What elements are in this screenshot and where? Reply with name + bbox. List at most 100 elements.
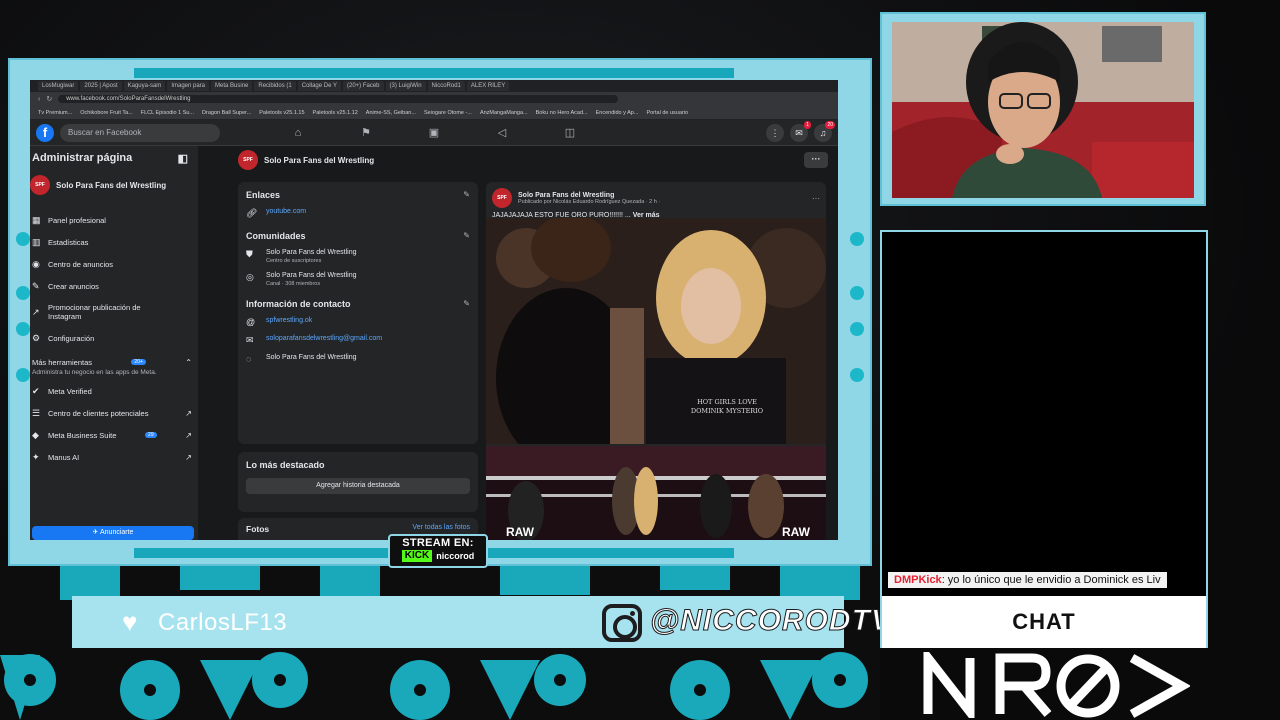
sidebar-item-settings[interactable]: ⚙ Configuración [30, 327, 198, 349]
back-icon[interactable]: ‹ [38, 96, 40, 103]
page-avatar[interactable]: SPF [238, 150, 258, 170]
bookmark-item[interactable]: Boku no Hero Acad... [536, 110, 588, 116]
bookmark-item[interactable]: Paletools v25.1.12 [313, 110, 358, 116]
facebook-nav: ⌂ ⚑ ▣ ◁ ◫ [290, 125, 578, 141]
collapse-icon[interactable]: ◧ [178, 152, 188, 165]
youtube-link[interactable]: youtube.com [266, 208, 306, 215]
sidebar-item-create-ads[interactable]: ✎ Crear anuncios [30, 275, 198, 297]
post-photo[interactable]: HOT GIRLS LOVE DOMINIK MYSTERIO [486, 218, 826, 444]
more-tools-label: Más herramientas [32, 357, 93, 367]
browser-tab[interactable]: Recibidos (1 [254, 81, 296, 91]
facebook-logo-icon[interactable]: f [36, 123, 54, 142]
stream-title: STREAM EN: [402, 537, 474, 549]
menu-grid-icon[interactable]: ⋮ [766, 124, 784, 142]
browser-tab[interactable]: NiccoRod1 [427, 81, 465, 91]
bookmark-item[interactable]: Paletools v25.1.15 [259, 110, 304, 116]
instagram-link[interactable]: spfwrestling.ok [266, 317, 312, 324]
ai-icon: ✦ [32, 451, 40, 462]
create-icon: ✎ [32, 280, 40, 291]
search-input[interactable]: Buscar en Facebook [60, 123, 220, 142]
links-title: Enlaces [246, 190, 281, 200]
browser-tab[interactable]: ALEX RILEY [466, 81, 510, 91]
bookmark-item[interactable]: Tv Premium... [38, 110, 72, 116]
external-link-icon: ↗ [185, 430, 192, 440]
account-controls: ⋮ ✉ 1 ♫ 20 [766, 121, 835, 142]
flag-icon[interactable]: ⚑ [358, 125, 374, 141]
frame-dot [16, 368, 30, 382]
sidebar-page[interactable]: SPF Solo Para Fans del Wrestling [30, 175, 198, 195]
browser-tab[interactable]: Kaguya-sam [123, 81, 166, 91]
community-row[interactable]: ⛊ Solo Para Fans del Wrestling Centro de s… [246, 249, 470, 264]
tool-lead-center[interactable]: ☰ Centro de clientes potenciales ↗ [30, 402, 198, 424]
community-sub: Centro de suscriptores [266, 258, 322, 264]
post-options-icon[interactable]: ··· [812, 194, 820, 203]
marketplace-icon[interactable]: ◫ [562, 125, 578, 141]
browser-tab[interactable]: 2025 | Apost [80, 81, 122, 91]
bookmark-item[interactable]: Encendido y Ap... [596, 110, 639, 116]
chevron-up-icon[interactable]: ⌃ [185, 358, 192, 367]
messenger-icon: ◌ [246, 354, 252, 364]
browser-tab[interactable]: Meta Busine [211, 81, 253, 91]
instagram-handle: @NICCORODTV [650, 604, 892, 638]
messenger-icon[interactable]: ✉ 1 [790, 121, 811, 142]
post-photo[interactable]: RAW RAW [486, 446, 826, 540]
page-content: SPF Solo Para Fans del Wrestling ··· Enl… [198, 146, 838, 540]
gear-icon: ⚙ [32, 332, 41, 343]
browser-tab[interactable]: Imagen para [167, 81, 210, 91]
browser-tab[interactable]: Collage De Y [297, 81, 341, 91]
tool-badge: 29 [145, 432, 157, 438]
browser-tab[interactable]: (3) LuigiWin [385, 81, 426, 91]
messenger-badge: 1 [804, 121, 811, 129]
chat-message: DMPKick: yo lo único que le envidio a Do… [888, 572, 1167, 588]
home-icon[interactable]: ⌂ [290, 125, 306, 141]
chat-username: DMPKick [894, 574, 942, 586]
post-meta: Publicado por Nicolás Eduardo Rodríguez … [518, 198, 661, 205]
url-field[interactable]: www.facebook.com/SoloParaFansdelWrestlin… [58, 95, 619, 103]
edit-icon[interactable]: ✎ [463, 231, 470, 241]
channel-logo [923, 652, 1190, 718]
messenger-row: ◌ Solo Para Fans del Wrestling [246, 354, 470, 364]
edit-icon[interactable]: ✎ [463, 299, 470, 309]
bookmark-item[interactable]: Dragon Ball Super... [202, 110, 251, 116]
bookmark-item[interactable]: Seiogare Otome -... [424, 110, 472, 116]
sidebar-title: Administrar página ◧ [30, 152, 198, 165]
community-row[interactable]: ◎ Solo Para Fans del Wrestling Canal · 308… [246, 272, 470, 287]
sidebar-item-label: Panel profesional [48, 215, 106, 225]
follower-banner: ♥ CarlosLF13 @NICCORODTV [72, 596, 891, 648]
megaphone-icon[interactable]: ◁ [494, 125, 510, 141]
browser-tab[interactable]: LosMugiwar [38, 81, 79, 91]
bookmark-item[interactable]: FLCL Episodio 1 Su... [141, 110, 194, 116]
community-name: Solo Para Fans del Wrestling [266, 249, 357, 256]
promote-button[interactable]: ✈ Anunciarte [32, 526, 194, 540]
frame-dot [850, 368, 864, 382]
sidebar-item-stats[interactable]: ▥ Estadísticas [30, 231, 198, 253]
more-options-button[interactable]: ··· [804, 152, 828, 168]
heart-icon: ♥ [122, 607, 138, 637]
email-link[interactable]: soloparafansdelwrestling@gmail.com [266, 335, 382, 342]
bookmark-item[interactable]: Portal de usuario [646, 110, 688, 116]
edit-icon[interactable]: ✎ [463, 190, 470, 200]
sidebar-more-tools[interactable]: Más herramientas 20+ ⌃ [30, 355, 198, 369]
post-author[interactable]: Solo Para Fans del Wrestling [518, 192, 660, 199]
tool-business-suite[interactable]: ◆ Meta Business Suite 29 ↗ [30, 424, 198, 446]
sidebar-item-panel[interactable]: ▦ Panel profesional [30, 209, 198, 231]
tool-manus-ai[interactable]: ✦ Manus AI ↗ [30, 446, 198, 468]
bell-icon[interactable]: ♫ 20 [814, 121, 835, 142]
video-icon[interactable]: ▣ [426, 125, 442, 141]
sidebar-item-promote-instagram[interactable]: ↗ Promocionar publicación de Instagram [30, 297, 198, 327]
tool-meta-verified[interactable]: ✔ Meta Verified [30, 380, 198, 402]
promote-button-label: Anunciarte [99, 529, 134, 536]
promote-icon: ↗ [32, 306, 40, 317]
dashboard-icon: ▦ [32, 214, 41, 225]
add-highlight-button[interactable]: Agregar historia destacada [246, 478, 470, 494]
sidebar-menu: ▦ Panel profesional ▥ Estadísticas ◉ Centro… [30, 209, 198, 349]
bookmarks-bar: Tv Premium... Ochikobore Fruit Ta... FLCL … [30, 106, 838, 120]
browser-tab[interactable]: (20+) Faceb [342, 81, 384, 91]
bookmark-item[interactable]: Anime-SS, Geiban... [366, 110, 416, 116]
reload-icon[interactable]: ↻ [46, 95, 52, 103]
sidebar-item-ads-center[interactable]: ◉ Centro de anuncios [30, 253, 198, 275]
captured-screen: LosMugiwar 2025 | Apost Kaguya-sam Imagen p… [30, 80, 838, 540]
bookmark-item[interactable]: Ochikobore Fruit Ta... [80, 110, 132, 116]
bookmark-item[interactable]: AnzMangaManga... [480, 110, 528, 116]
post-avatar[interactable]: SPF [492, 188, 512, 208]
